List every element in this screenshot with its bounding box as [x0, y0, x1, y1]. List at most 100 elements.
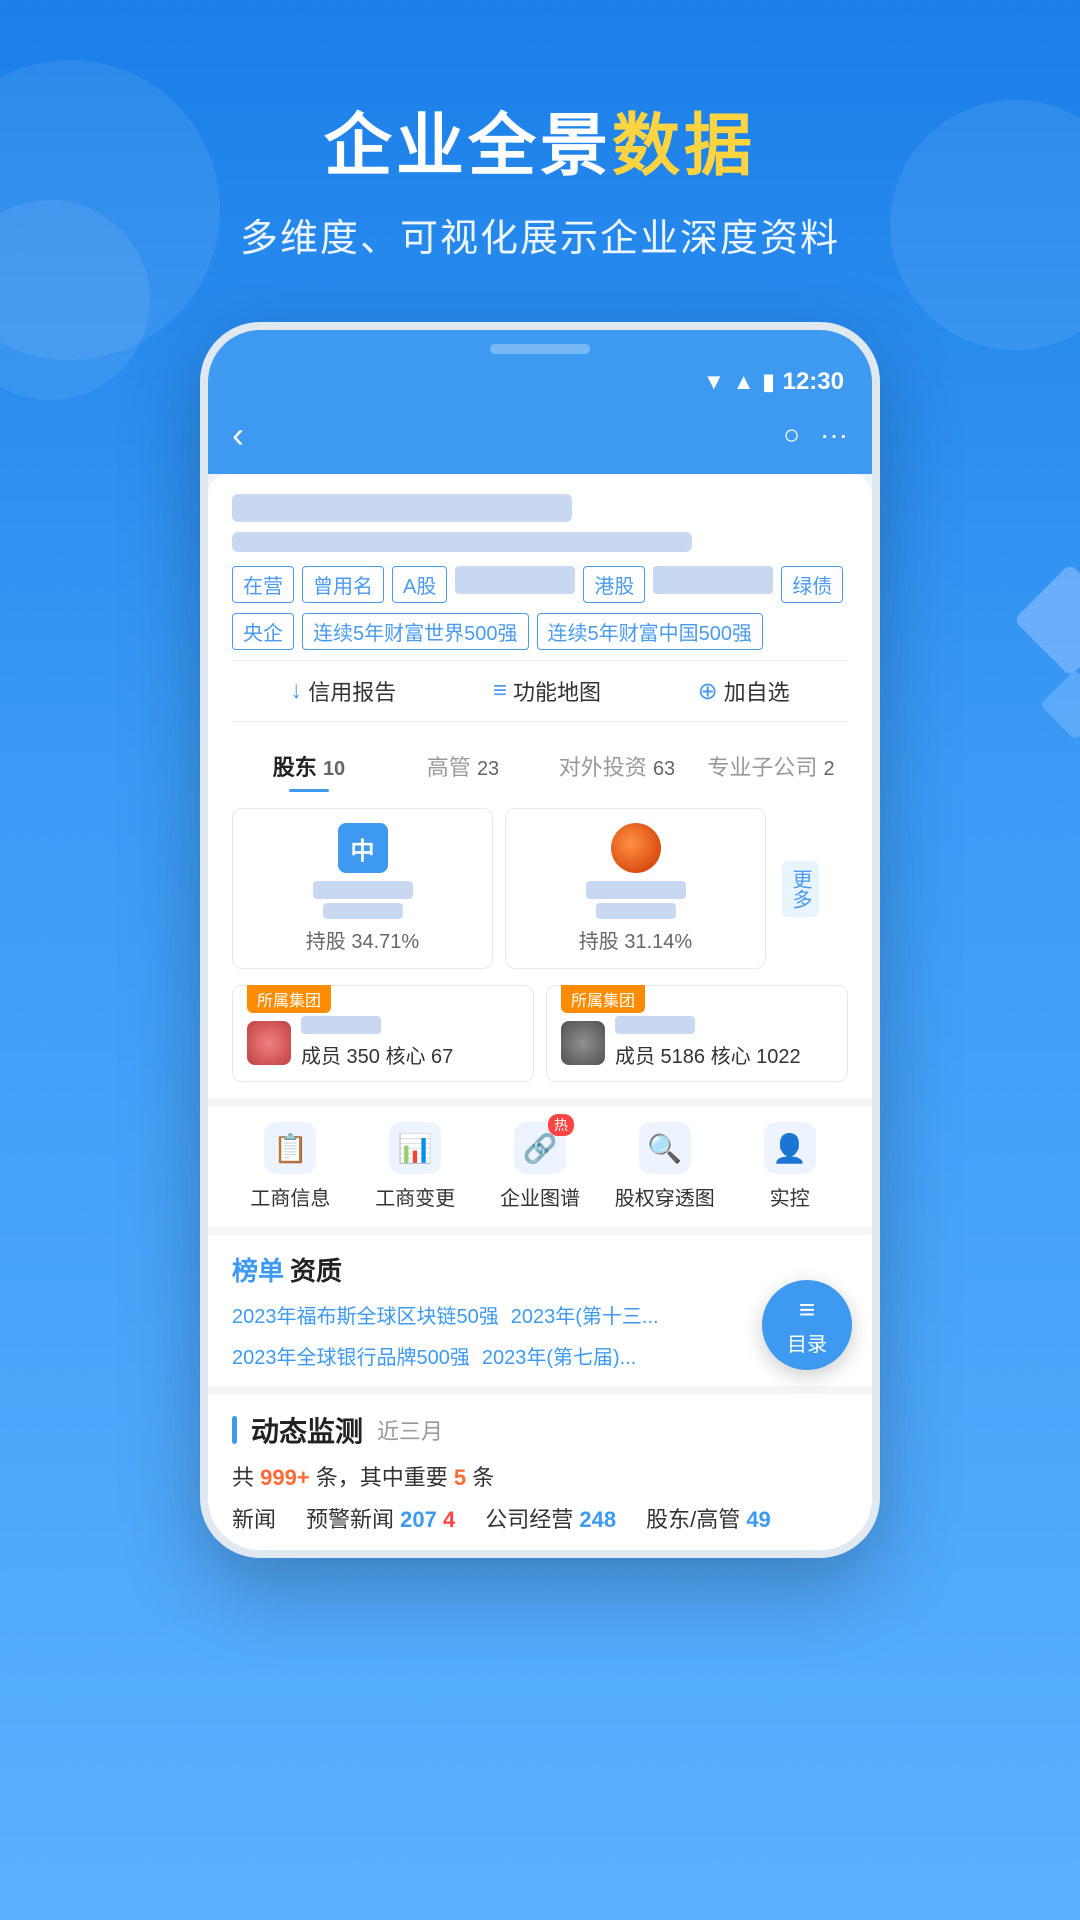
- tab-investment[interactable]: 对外投资 63: [540, 750, 694, 792]
- tag-aguo[interactable]: A股: [392, 566, 447, 603]
- sh1-avatar: 中: [338, 823, 388, 873]
- shareholder-row: 中 持股 34.71% 持股 31.14% 更多: [208, 792, 872, 985]
- group-row: 所属集团 成员 350 核心 67 所属集团 成员 5186 核心 102: [208, 985, 872, 1098]
- stat-warning: 预警新闻 207 4: [306, 1502, 455, 1534]
- tags-row-2: 央企 连续5年财富世界500强 连续5年财富中国500强: [232, 613, 848, 650]
- watchlist-label: 加自选: [724, 675, 790, 707]
- rankings-links: 2023年福布斯全球区块链50强 2023年(第十三... 2023年全球银行品…: [232, 1300, 848, 1370]
- sh2-avatar: [611, 823, 661, 873]
- biangeng-icon: 📊: [398, 1132, 433, 1165]
- function-map-btn[interactable]: ≡ 功能地图: [493, 675, 601, 707]
- time-display: 12:30: [783, 368, 844, 396]
- ranking-link-2[interactable]: 2023年全球银行品牌500强: [232, 1341, 470, 1370]
- feature-label-4: 实控: [770, 1182, 810, 1211]
- group-card-1[interactable]: 所属集团 成员 350 核心 67: [232, 985, 534, 1082]
- phone-speaker: [490, 344, 590, 354]
- group-name-blurred-1: [301, 1016, 381, 1034]
- phone-mockup: ▼ ▲ ▮ 12:30 ‹ ○ ··· 在营 曾用名 A股 港: [0, 322, 1080, 1558]
- tab-subsidiary-count: 2: [824, 758, 835, 780]
- group-content-2: 成员 5186 核心 1022: [561, 1016, 833, 1069]
- rankings-header: 榜单 资质: [232, 1251, 848, 1288]
- fab-label: 目录: [787, 1328, 827, 1357]
- tab-executive[interactable]: 高管 23: [386, 750, 540, 792]
- phone-notch: [208, 330, 872, 362]
- fab-icon: ≡: [799, 1294, 815, 1326]
- shareholder-more[interactable]: 更多: [778, 808, 848, 969]
- feature-icon-guquan: 🔍: [639, 1122, 691, 1174]
- sh1-percent: 持股 34.71%: [306, 925, 419, 954]
- tag-china500[interactable]: 连续5年财富中国500强: [537, 613, 764, 650]
- ranking-link-3[interactable]: 2023年(第七届)...: [482, 1341, 636, 1370]
- tab-subsidiary-label: 专业子公司: [707, 755, 817, 780]
- tabs-row: 股东 10 高管 23 对外投资 63 专业子公司 2: [208, 734, 872, 792]
- feature-icon-shikong: 👤: [764, 1122, 816, 1174]
- stat-operation: 公司经营 248: [485, 1502, 616, 1534]
- sh2-name-blurred2: [596, 903, 676, 919]
- company-name-blurred: [232, 494, 572, 522]
- rankings-title: 资质: [290, 1251, 342, 1288]
- group-logo-1: [247, 1021, 291, 1065]
- search-icon[interactable]: ○: [783, 419, 800, 451]
- group-content-1: 成员 350 核心 67: [247, 1016, 519, 1069]
- feature-shikong[interactable]: 👤 实控: [727, 1122, 852, 1211]
- hero-title: 企业全景数据: [0, 90, 1080, 189]
- tab-shareholder[interactable]: 股东 10: [232, 750, 386, 792]
- stat-operation-num: 248: [579, 1507, 616, 1532]
- signal-icon: ▲: [733, 369, 755, 395]
- feature-label-1: 工商变更: [375, 1182, 455, 1211]
- shareholder-card-2[interactable]: 持股 31.14%: [505, 808, 766, 969]
- list-icon: ≡: [493, 677, 507, 705]
- wifi-icon: ▼: [703, 369, 725, 395]
- fab-button[interactable]: ≡ 目录: [762, 1280, 852, 1370]
- tag-yangqi[interactable]: 央企: [232, 613, 294, 650]
- rankings-title-blue: 榜单: [232, 1251, 284, 1288]
- tag-zengyongming[interactable]: 曾用名: [302, 566, 384, 603]
- tab-shareholder-label: 股东: [273, 755, 317, 780]
- feature-qiye-tupu[interactable]: 🔗 热 企业图谱: [478, 1122, 603, 1211]
- group-logo-2: [561, 1021, 605, 1065]
- ranking-link-1[interactable]: 2023年(第十三...: [511, 1300, 659, 1329]
- feature-guquan[interactable]: 🔍 股权穿透图: [602, 1122, 727, 1211]
- stat-warning-num: 207: [400, 1507, 437, 1532]
- group-badge-2: 所属集团: [561, 985, 645, 1013]
- tag-world500[interactable]: 连续5年财富世界500强: [302, 613, 529, 650]
- tag-lvzhai[interactable]: 绿债: [781, 566, 843, 603]
- feature-label-2: 企业图谱: [500, 1182, 580, 1211]
- shareholder-card-1[interactable]: 中 持股 34.71%: [232, 808, 493, 969]
- action-row: ↓ 信用报告 ≡ 功能地图 ⊕ 加自选: [232, 660, 848, 722]
- feature-icon-tupu: 🔗 热: [514, 1122, 566, 1174]
- back-button[interactable]: ‹: [232, 414, 244, 456]
- group-badge-1: 所属集团: [247, 985, 331, 1013]
- credit-report-btn[interactable]: ↓ 信用报告: [290, 675, 396, 707]
- group-stats-1: 成员 350 核心 67: [301, 1040, 453, 1069]
- monitor-section: 动态监测 近三月 共 999+ 条，其中重要 5 条 新闻 预警新闻 207 4…: [208, 1386, 872, 1550]
- download-icon: ↓: [290, 677, 302, 705]
- feature-gongshang-biangeng[interactable]: 📊 工商变更: [353, 1122, 478, 1211]
- shikong-icon: 👤: [772, 1132, 807, 1165]
- stat-shareholders: 股东/高管 49: [646, 1502, 771, 1534]
- hero-title-part2: 数据: [612, 108, 756, 184]
- monitor-header: 动态监测 近三月: [232, 1410, 848, 1450]
- feature-label-0: 工商信息: [250, 1182, 330, 1211]
- group-stats-2: 成员 5186 核心 1022: [615, 1040, 801, 1069]
- tag-ganggu[interactable]: 港股: [583, 566, 645, 603]
- company-detail-blurred: [232, 532, 692, 552]
- header-actions: ○ ···: [783, 419, 848, 451]
- more-btn[interactable]: 更多: [782, 861, 819, 917]
- ranking-link-0[interactable]: 2023年福布斯全球区块链50强: [232, 1300, 499, 1329]
- sh2-name-blurred: [586, 881, 686, 899]
- feature-label-3: 股权穿透图: [615, 1182, 715, 1211]
- tab-subsidiary[interactable]: 专业子公司 2: [694, 750, 848, 792]
- monitor-title: 动态监测: [251, 1410, 363, 1450]
- group-card-2[interactable]: 所属集团 成员 5186 核心 1022: [546, 985, 848, 1082]
- more-icon[interactable]: ···: [820, 419, 848, 451]
- add-watchlist-btn[interactable]: ⊕ 加自选: [698, 675, 790, 707]
- tags-row-1: 在营 曾用名 A股 港股 绿债: [232, 566, 848, 603]
- feature-icon-biangeng: 📊: [389, 1122, 441, 1174]
- stat-news: 新闻: [232, 1502, 276, 1534]
- tab-shareholder-count: 10: [323, 758, 345, 780]
- company-section: 在营 曾用名 A股 港股 绿债 央企 连续5年财富世界500强 连续5年财富中国…: [208, 474, 872, 734]
- credit-label: 信用报告: [308, 675, 396, 707]
- tag-zaiying[interactable]: 在营: [232, 566, 294, 603]
- feature-gongshang-xinxi[interactable]: 📋 工商信息: [228, 1122, 353, 1211]
